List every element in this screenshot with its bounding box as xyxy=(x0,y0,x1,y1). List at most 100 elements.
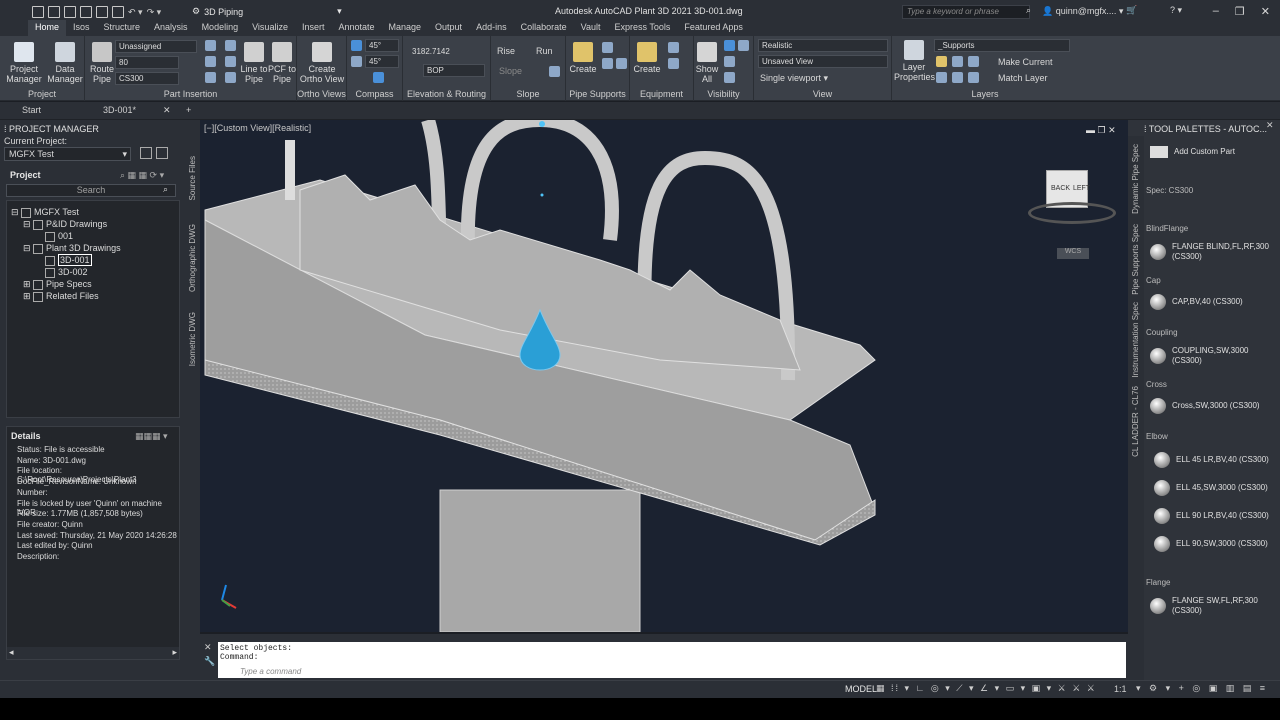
run-label[interactable]: Run xyxy=(536,46,553,56)
palette-item[interactable]: Cross,SW,3000 (CS300) xyxy=(1150,398,1260,414)
tree-node-3d-002[interactable]: 3D-002 xyxy=(45,267,88,278)
layer-combo[interactable]: _Supports xyxy=(934,39,1070,52)
print-icon[interactable] xyxy=(140,147,152,159)
minimize-button[interactable]: – xyxy=(1213,5,1219,18)
tree-node-mgfx-test[interactable]: ⊟ MGFX Test xyxy=(11,207,79,218)
named-view-combo[interactable]: Unsaved View xyxy=(758,55,888,68)
route-pipe-button[interactable]: Route Pipe xyxy=(89,42,115,84)
search-icon[interactable]: ⌕ xyxy=(1026,5,1031,16)
tree-node-pipe-specs[interactable]: ⊞ Pipe Specs xyxy=(23,279,92,290)
equipment-tool-icon[interactable] xyxy=(668,42,679,53)
ribbon-tab-collaborate[interactable]: Collaborate xyxy=(514,20,574,36)
model-space-button[interactable]: MODEL xyxy=(845,684,877,694)
app-menu-icon[interactable] xyxy=(32,6,44,18)
ribbon-tab-insert[interactable]: Insert xyxy=(295,20,332,36)
visibility-tool-icon[interactable] xyxy=(724,72,735,83)
palette-item[interactable]: ELL 45,SW,3000 (CS300) xyxy=(1154,480,1268,496)
support-tool-icon[interactable] xyxy=(602,42,613,53)
workspace-switcher[interactable]: ⚙ 3D Piping ▾ xyxy=(192,6,342,17)
ribbon-tab-manage[interactable]: Manage xyxy=(382,20,429,36)
tab-3d-001[interactable]: 3D-001* xyxy=(103,105,136,115)
insert-tool-icon[interactable] xyxy=(225,56,236,67)
support-tool-icon[interactable] xyxy=(616,58,627,69)
viewcube-compass-ring[interactable] xyxy=(1028,202,1116,224)
save-icon[interactable] xyxy=(80,6,92,18)
side-tab-source-files[interactable]: Source Files xyxy=(188,156,197,200)
help-icon[interactable]: ? ▾ xyxy=(1170,5,1182,16)
visibility-tool-icon[interactable] xyxy=(738,40,749,51)
rise-label[interactable]: Rise xyxy=(497,46,515,56)
viewport-controls-label[interactable]: [−][Custom View][Realistic] xyxy=(204,123,311,133)
project-search-input[interactable]: Search xyxy=(6,184,176,197)
layer-tool-icon[interactable] xyxy=(936,72,947,83)
tree-node-pid-drawings[interactable]: ⊟ P&ID Drawings xyxy=(23,219,107,230)
visual-style-combo[interactable]: Realistic xyxy=(758,39,888,52)
project-manager-button[interactable]: Project Manager xyxy=(6,42,42,84)
slope-label[interactable]: Slope xyxy=(499,66,522,76)
ribbon-tab-visualize[interactable]: Visualize xyxy=(245,20,295,36)
close-command-icon[interactable]: ✕ xyxy=(204,642,212,653)
ribbon-tab-modeling[interactable]: Modeling xyxy=(195,20,246,36)
match-layer-button[interactable]: Match Layer xyxy=(998,73,1048,83)
new-tab-icon[interactable]: + xyxy=(186,105,191,115)
palette-item[interactable]: ELL 90 LR,BV,40 (CS300) xyxy=(1154,508,1269,524)
bop-combo[interactable]: BOP xyxy=(423,64,485,77)
palette-item[interactable]: ELL 45 LR,BV,40 (CS300) xyxy=(1154,452,1269,468)
maximize-button[interactable]: ❐ xyxy=(1235,5,1245,18)
insert-tool-icon[interactable] xyxy=(205,56,216,67)
palette-item[interactable]: ELL 90,SW,3000 (CS300) xyxy=(1154,536,1268,552)
slope-icon[interactable] xyxy=(549,66,560,77)
ribbon-tab-express-tools[interactable]: Express Tools xyxy=(607,20,677,36)
plot-icon[interactable] xyxy=(112,6,124,18)
compass-snap-icon[interactable] xyxy=(351,56,362,67)
details-toolbar-icons[interactable]: ▦▦▦ ▾ xyxy=(135,431,168,442)
equipment-tool-icon[interactable] xyxy=(668,58,679,69)
data-manager-button[interactable]: Data Manager xyxy=(47,42,83,84)
pcf-to-pipe-button[interactable]: PCF to Pipe xyxy=(267,42,297,84)
drawing-viewport[interactable]: [−][Custom View][Realistic] ▬ ❐ ✕ BACK LE… xyxy=(200,120,1128,632)
layer-tool-icon[interactable] xyxy=(936,56,947,67)
compass-angle-1[interactable]: 45° xyxy=(365,39,399,52)
ribbon-tab-isos[interactable]: Isos xyxy=(66,20,97,36)
status-tray-icons[interactable]: ▾ ⚙ ▾ + ◎ ▣ ▥ ▤ ≡ xyxy=(1136,683,1268,694)
line-number-combo[interactable]: Unassigned xyxy=(115,40,197,53)
tree-node-3d-001[interactable]: 3D-001 xyxy=(45,254,92,266)
spec-combo[interactable]: CS300 xyxy=(115,72,179,85)
user-account[interactable]: 👤 quinn@mgfx.... ▾ xyxy=(1042,6,1123,17)
layer-tool-icon[interactable] xyxy=(968,56,979,67)
new-icon[interactable] xyxy=(48,6,60,18)
saveas-icon[interactable] xyxy=(96,6,108,18)
insert-tool-icon[interactable] xyxy=(225,72,236,83)
viewcube[interactable]: BACK LEFT xyxy=(1028,170,1118,230)
wcs-menu[interactable]: WCS xyxy=(1057,248,1089,259)
insert-tool-icon[interactable] xyxy=(205,72,216,83)
layer-tool-icon[interactable] xyxy=(952,56,963,67)
project-toolbar-icons[interactable]: ⌕ ▦ ▦ ⟳ ▾ xyxy=(120,170,164,181)
tree-node-related-files[interactable]: ⊞ Related Files xyxy=(23,291,99,302)
insert-tool-icon[interactable] xyxy=(205,40,216,51)
layer-tool-icon[interactable] xyxy=(952,72,963,83)
cart-icon[interactable]: 🛒 xyxy=(1126,5,1137,16)
layer-tool-icon[interactable] xyxy=(968,72,979,83)
search-input[interactable]: Type a keyword or phrase xyxy=(902,5,1030,19)
compass-angle-2[interactable]: 45° xyxy=(365,55,399,68)
palette-tab-cl-ladder[interactable]: CL LADDER - CL76 xyxy=(1131,386,1140,457)
ribbon-tab-featured-apps[interactable]: Featured Apps xyxy=(677,20,750,36)
ribbon-tab-vault[interactable]: Vault xyxy=(574,20,608,36)
details-scrollbar[interactable]: ◂ ▸ xyxy=(7,647,179,659)
compass-icon[interactable] xyxy=(373,72,384,83)
create-support-button[interactable]: Create xyxy=(568,42,598,74)
make-current-button[interactable]: Make Current xyxy=(998,57,1053,67)
palette-tab-pipe-supports-spec[interactable]: Pipe Supports Spec xyxy=(1131,224,1140,295)
viewport-window-controls[interactable]: ▬ ❐ ✕ xyxy=(1086,125,1116,136)
compass-toggle-icon[interactable] xyxy=(351,40,362,51)
line-to-pipe-button[interactable]: Line to Pipe xyxy=(239,42,269,84)
tab-start[interactable]: Start xyxy=(22,105,41,115)
tree-node-plant-3d-drawings[interactable]: ⊟ Plant 3D Drawings xyxy=(23,243,121,254)
palette-tab-dynamic-pipe-spec[interactable]: Dynamic Pipe Spec xyxy=(1131,144,1140,214)
visibility-tool-icon[interactable] xyxy=(724,56,735,67)
create-equipment-button[interactable]: Create xyxy=(632,42,662,74)
close-button[interactable]: ✕ xyxy=(1261,5,1270,18)
redo-icon[interactable]: ↷ ▾ xyxy=(147,7,162,18)
viewport-config[interactable]: Single viewport ▾ xyxy=(760,73,828,84)
